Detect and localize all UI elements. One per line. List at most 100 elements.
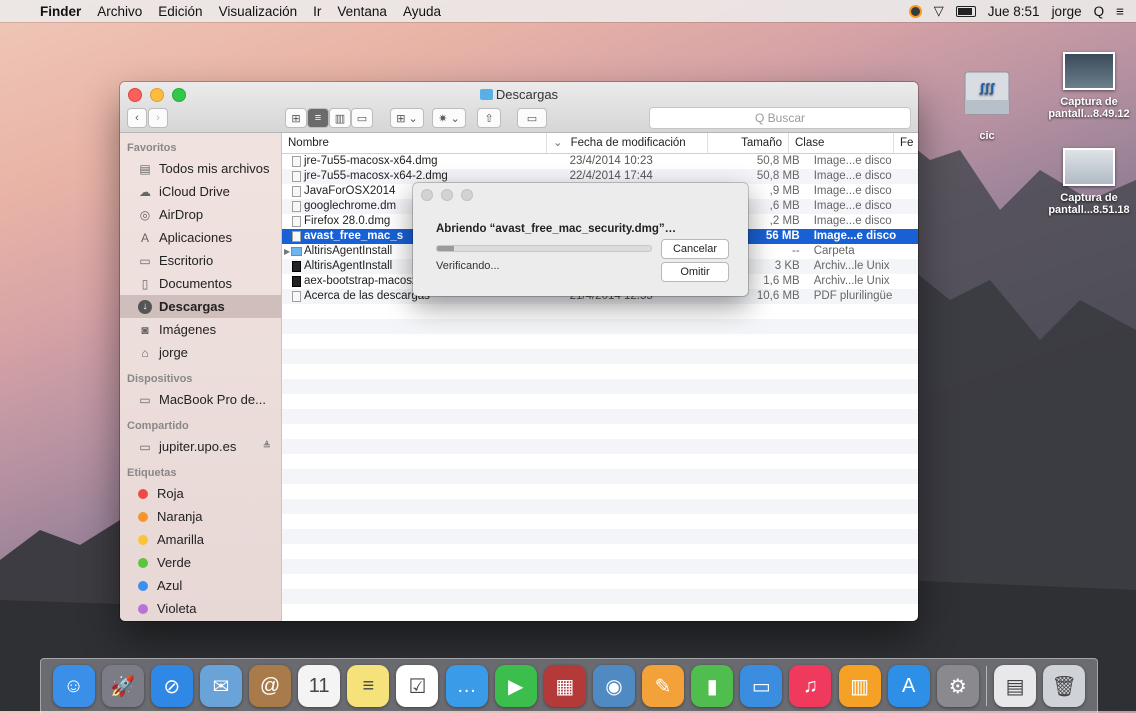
column-header-date[interactable]: ⌄ Fecha de modificación — [547, 133, 708, 153]
forward-button[interactable]: › — [148, 108, 168, 128]
share-button[interactable]: ⇧ — [477, 108, 501, 128]
finder-icon[interactable]: ☺ — [52, 665, 95, 707]
column-header-size[interactable]: Tamaño — [708, 133, 789, 153]
system-preferences-icon[interactable]: ⚙ — [936, 665, 979, 707]
network-drive-icon: ꭍꭍꭍ — [962, 70, 1012, 124]
screenshot-icon — [1063, 52, 1115, 90]
numbers-icon[interactable]: ▮ — [691, 665, 734, 707]
eject-icon[interactable]: ≜ — [263, 441, 271, 452]
mail-icon[interactable]: ✉ — [199, 665, 242, 707]
app-store-icon[interactable]: A — [887, 665, 930, 707]
contacts-icon[interactable]: @ — [249, 665, 292, 707]
sidebar-tag-orange[interactable]: Naranja — [120, 505, 281, 528]
menu-archivo[interactable]: Archivo — [89, 4, 150, 19]
reminders-icon[interactable]: ☑ — [396, 665, 439, 707]
battery-icon[interactable] — [955, 5, 976, 17]
downloads-stack-icon[interactable]: ▤ — [994, 665, 1037, 707]
file-icon — [292, 186, 301, 197]
itunes-icon[interactable]: ♫ — [789, 665, 832, 707]
facetime-icon[interactable]: ▶ — [494, 665, 537, 707]
empty-row — [282, 544, 918, 559]
notification-center-icon[interactable]: ≡ — [1116, 4, 1124, 19]
file-kind: Carpeta — [813, 245, 855, 257]
status-app-icon[interactable] — [908, 4, 922, 18]
sidebar-tag-blue[interactable]: Azul — [120, 574, 281, 597]
server-icon: ▭ — [139, 439, 151, 454]
sidebar-item-home[interactable]: ⌂ jorge — [120, 341, 281, 364]
tag-dot-icon — [138, 603, 148, 614]
progress-bar-fill — [437, 246, 455, 251]
view-list-button[interactable]: ≡ — [307, 108, 329, 128]
empty-row — [282, 409, 918, 424]
photo-booth-icon[interactable]: ▦ — [543, 665, 586, 707]
keynote-icon[interactable]: ▭ — [740, 665, 783, 707]
back-button[interactable]: ‹ — [127, 108, 147, 128]
menu-ayuda[interactable]: Ayuda — [395, 4, 449, 19]
spotlight-icon[interactable]: Q — [1094, 4, 1105, 19]
pages-icon[interactable]: ✎ — [642, 665, 685, 707]
file-row[interactable]: jre-7u55-macosx-x64-2.dmg 22/4/2014 17:44… — [282, 169, 918, 184]
trash-icon[interactable]: 🗑 — [1043, 665, 1086, 707]
desktop-item-cic[interactable]: ꭍꭍꭍ cic — [942, 70, 1032, 142]
file-name: jre-7u55-macosx-x64.dmg — [282, 154, 564, 169]
wifi-icon[interactable]: ▽ — [934, 3, 944, 19]
folder-icon — [479, 89, 493, 100]
view-icons-button[interactable]: ⊞ — [285, 108, 307, 128]
arrange-button[interactable]: ⊞ ⌄ — [390, 108, 424, 128]
empty-row — [282, 349, 918, 364]
column-header-name[interactable]: Nombre — [282, 133, 547, 153]
tag-dot-icon — [138, 534, 148, 545]
column-header-kind[interactable]: Clase — [789, 133, 894, 153]
sidebar-item-airdrop[interactable]: ◎ AirDrop — [120, 203, 281, 226]
messages-icon[interactable]: … — [445, 665, 488, 707]
sidebar-tag-red[interactable]: Roja — [120, 482, 281, 505]
view-coverflow-button[interactable]: ▭ — [351, 108, 373, 128]
sidebar-tag-green[interactable]: Verde — [120, 551, 281, 574]
sidebar-item-icloud[interactable]: ☁ iCloud Drive — [120, 180, 281, 203]
empty-row — [282, 469, 918, 484]
sidebar-item-desktop[interactable]: ▭ Escritorio — [120, 249, 281, 272]
sidebar-tag-yellow[interactable]: Amarilla — [120, 528, 281, 551]
pictures-icon: ◙ — [141, 322, 149, 337]
file-extra: 6/ — [916, 259, 918, 274]
menubar-user[interactable]: jorge — [1052, 4, 1082, 19]
menu-ventana[interactable]: Ventana — [329, 4, 395, 19]
notes-icon[interactable]: ≡ — [347, 665, 390, 707]
menu-visualizacion[interactable]: Visualización — [211, 4, 306, 19]
launchpad-icon[interactable]: 🚀 — [101, 665, 144, 707]
sidebar-item-downloads[interactable]: ↓ Descargas — [120, 295, 281, 318]
tag-button[interactable]: ▭ — [517, 108, 547, 128]
action-button[interactable]: ✷ ⌄ — [432, 108, 466, 128]
sidebar-item-pictures[interactable]: ◙ Imágenes — [120, 318, 281, 341]
safari-icon[interactable]: ⊘ — [150, 665, 193, 707]
disclosure-triangle-icon[interactable]: ▶ — [284, 244, 290, 259]
search-field[interactable]: Q Buscar — [649, 107, 911, 129]
desktop-item-screenshot-2[interactable]: Captura de pantall...8.51.18 — [1044, 148, 1134, 216]
menubar-clock[interactable]: Jue 8:51 — [988, 4, 1040, 19]
file-icon — [292, 156, 301, 167]
sidebar-header-devices: Dispositivos — [127, 373, 193, 385]
column-header-extra[interactable]: Fe — [894, 133, 918, 153]
cancel-button[interactable]: Cancelar — [661, 239, 729, 259]
desktop-item-label: Captura de pantall...8.51.18 — [1048, 192, 1130, 216]
sidebar-item-documents[interactable]: ▯ Documentos — [120, 272, 281, 295]
view-columns-button[interactable]: ▥ — [329, 108, 351, 128]
sidebar-item-applications[interactable]: A Aplicaciones — [120, 226, 281, 249]
skip-button[interactable]: Omitir — [661, 262, 729, 282]
sidebar-item-server[interactable]: ▭ jupiter.upo.es ≜ — [120, 435, 281, 458]
file-kind: Image...e disco — [813, 200, 892, 212]
file-icon — [292, 231, 301, 242]
file-row[interactable]: jre-7u55-macosx-x64.dmg 23/4/2014 10:23 50… — [282, 154, 918, 169]
sidebar-item-macbook[interactable]: ▭ MacBook Pro de... — [120, 388, 281, 411]
iphoto-icon[interactable]: ◉ — [592, 665, 635, 707]
calendar-icon[interactable]: 11 — [298, 665, 341, 707]
sidebar-tag-purple[interactable]: Violeta — [120, 597, 281, 620]
ibooks-icon[interactable]: ▥ — [838, 665, 881, 707]
menu-finder[interactable]: Finder — [32, 4, 89, 19]
sidebar: Favoritos ▤ Todos mis archivos ☁ iCloud Dr… — [120, 133, 282, 621]
menu-ir[interactable]: Ir — [305, 4, 329, 19]
menu-edicion[interactable]: Edición — [150, 4, 210, 19]
sidebar-item-all-files[interactable]: ▤ Todos mis archivos — [120, 157, 281, 180]
dock: ☺ 🚀 ⊘ ✉ @11 ≡ ☑… ▶ ▦ ◉ ✎ ▮ ▭ ♫ ▥ A ⚙ ▤ 🗑 — [40, 658, 1098, 713]
desktop-item-screenshot-1[interactable]: Captura de pantall...8.49.12 — [1044, 52, 1134, 120]
